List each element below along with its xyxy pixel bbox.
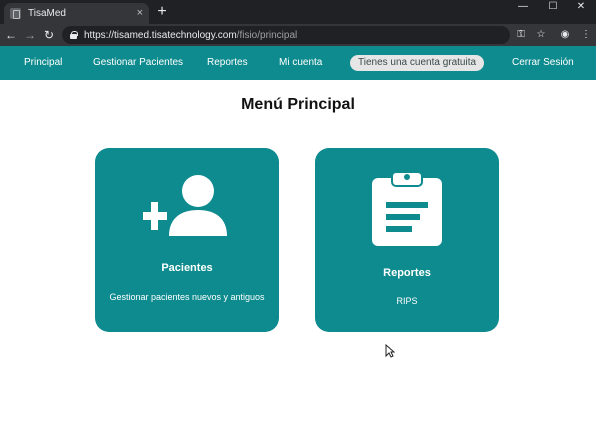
lock-icon (70, 31, 78, 39)
add-user-icon (143, 175, 227, 236)
clipboard-icon (372, 171, 442, 246)
pacientes-card[interactable]: Pacientes Gestionar pacientes nuevos y a… (95, 148, 279, 332)
nav-link-principal[interactable]: Principal (24, 46, 62, 80)
account-status-badge: Tienes una cuenta gratuita (350, 55, 485, 71)
browser-toolbar: ← → ↻ https://tisamed.tisatechnology.com… (0, 24, 596, 46)
page-title: Menú Principal (241, 96, 355, 113)
url-text: https://tisamed.tisatechnology.com/fisio… (84, 29, 298, 41)
pacientes-card-description: Gestionar pacientes nuevos y antiguos (109, 292, 265, 302)
reportes-card-title: Reportes (383, 267, 431, 279)
minimize-window-button[interactable]: — (508, 0, 538, 14)
reportes-card-description: RIPS (396, 296, 418, 306)
logout-link[interactable]: Cerrar Sesión (512, 46, 574, 80)
extension-icon[interactable]: ◉ (557, 27, 573, 43)
browser-menu-icon[interactable]: ⋮ (578, 27, 594, 43)
reportes-card[interactable]: Reportes RIPS (315, 148, 499, 332)
bookmark-star-icon[interactable]: ☆ (533, 27, 549, 43)
browser-tab[interactable]: TisaMed × (4, 3, 149, 24)
site-nav-bar: Principal Gestionar Pacientes Reportes M… (0, 46, 596, 80)
nav-link-mi-cuenta[interactable]: Mi cuenta (279, 46, 322, 80)
nav-link-gestionar-pacientes[interactable]: Gestionar Pacientes (93, 46, 183, 80)
new-tab-button[interactable]: + (153, 3, 171, 21)
reload-button[interactable]: ↻ (41, 27, 57, 43)
back-button[interactable]: ← (3, 27, 19, 43)
key-icon[interactable]: ⚿ (513, 27, 529, 43)
tab-title: TisaMed (28, 8, 66, 19)
browser-tab-strip: TisaMed × + — ☐ ✕ (0, 0, 596, 24)
maximize-window-button[interactable]: ☐ (538, 0, 568, 14)
close-window-button[interactable]: ✕ (566, 0, 596, 14)
address-bar[interactable]: https://tisamed.tisatechnology.com/fisio… (62, 26, 510, 44)
close-tab-icon[interactable]: × (137, 8, 143, 19)
mouse-cursor-icon (385, 344, 395, 358)
nav-link-reportes[interactable]: Reportes (207, 46, 248, 80)
forward-button[interactable]: → (22, 27, 38, 43)
pacientes-card-title: Pacientes (161, 262, 213, 274)
tisamed-favicon-icon (10, 8, 21, 19)
